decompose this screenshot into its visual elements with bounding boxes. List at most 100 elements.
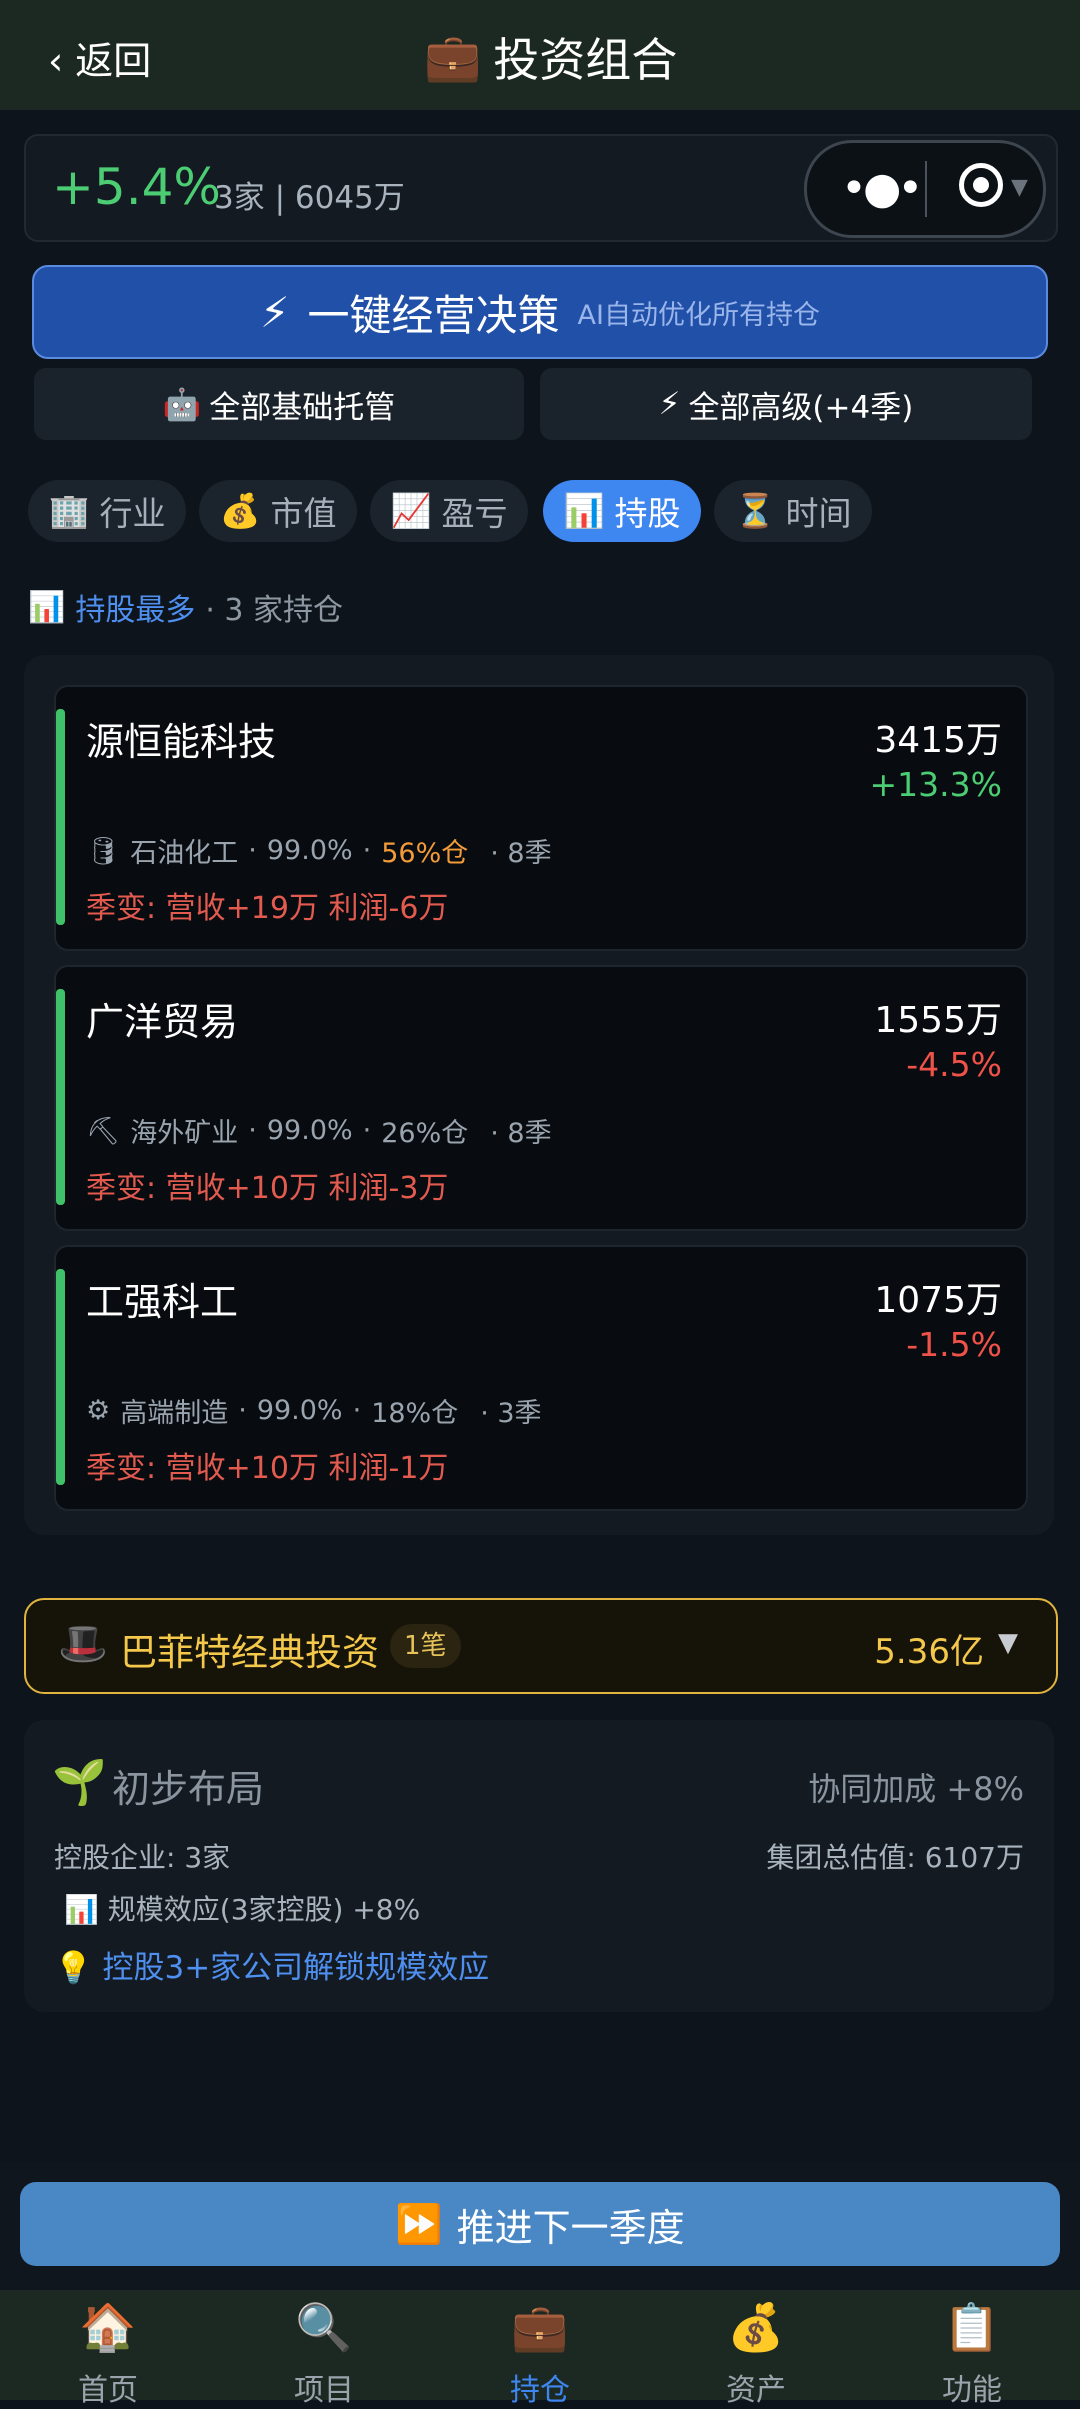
tab-label: 盈亏	[441, 494, 508, 533]
holding-info: 🛢 石油化工 · 99.0% · 56%仓 · 8季	[86, 831, 552, 870]
all-basic-custody-label: 全部基础托管	[209, 389, 396, 426]
controlled-companies: 控股企业: 3家	[54, 1841, 231, 1874]
company-name: 工强科工	[86, 1280, 239, 1324]
holding-status-bar	[56, 709, 65, 925]
separator: ·	[248, 1115, 257, 1146]
hourglass-icon: ⏳	[734, 491, 776, 530]
clipboard-icon: 📋	[943, 2300, 1001, 2354]
nav-assets[interactable]: 💰 资产	[648, 2290, 864, 2408]
briefcase-icon: 💼	[511, 2300, 569, 2354]
holding-change: -1.5%	[906, 1325, 1002, 1364]
unlock-tip-text: 控股3+家公司解锁规模效应	[102, 1950, 490, 1986]
seedling-icon: 🌱	[52, 1757, 107, 1808]
portfolio-meta: 3家 | 6045万	[214, 180, 405, 216]
position-share: 26%仓	[381, 1118, 469, 1149]
holding-card[interactable]: 源恒能科技 3415万 +13.3% 🛢 石油化工 · 99.0% · 56%仓…	[54, 685, 1028, 951]
briefcase-icon: 💼	[424, 29, 482, 84]
all-advanced-button[interactable]: ⚡ 全部高级(+4季)	[540, 368, 1032, 440]
tab-label: 市值	[270, 494, 337, 533]
holding-card[interactable]: 工强科工 1075万 -1.5% ⚙ 高端制造 · 99.0% · 18%仓 ·…	[54, 1245, 1028, 1511]
tab-industry[interactable]: 🏢 行业	[28, 480, 186, 542]
nav-label: 功能	[942, 2373, 1002, 2408]
lightning-icon: ⚡	[260, 287, 290, 337]
chevron-left-icon: ‹	[48, 39, 64, 83]
season-change: 季变: 营收+10万 利润-1万	[86, 1451, 449, 1486]
unlock-tip: 💡 控股3+家公司解锁规模效应	[54, 1942, 489, 1987]
tab-holdings[interactable]: 📊 持股	[543, 480, 701, 542]
holding-value: 1555万	[874, 1000, 1002, 1041]
advance-quarter-button[interactable]: ⏩ 推进下一季度	[20, 2182, 1060, 2266]
tab-label: 持股	[614, 494, 681, 533]
lightning-icon: ⚡	[658, 386, 681, 422]
holding-status-bar	[56, 1269, 65, 1485]
buffett-amount: 5.36亿	[874, 1632, 984, 1672]
holding-card[interactable]: 广洋贸易 1555万 -4.5% ⛏ 海外矿业 · 99.0% · 26%仓 ·…	[54, 965, 1028, 1231]
sort-indicator: 📊 持股最多 · 3 家持仓	[28, 585, 343, 629]
seasons-held: · 8季	[490, 838, 552, 869]
back-button[interactable]: ‹ 返回	[48, 30, 151, 85]
stake-ratio: 99.0%	[266, 835, 353, 866]
tab-market-cap[interactable]: 💰 市值	[199, 480, 357, 542]
separator: ·	[238, 1395, 247, 1426]
holding-count: · 3 家持仓	[205, 593, 344, 628]
industry: 石油化工	[130, 838, 239, 869]
close-target-icon[interactable]	[959, 163, 1003, 207]
company-name: 广洋贸易	[86, 1000, 239, 1044]
tab-label: 时间	[785, 494, 852, 533]
more-icon[interactable]: •●•	[841, 163, 923, 214]
buffett-investment-row[interactable]: 🎩 巴菲特经典投资 1笔 5.36亿 ▼	[24, 1598, 1058, 1694]
tab-time[interactable]: ⏳ 时间	[714, 480, 872, 542]
mini-program-capsule: •●• ▼	[804, 140, 1046, 238]
advance-label: 推进下一季度	[456, 2205, 685, 2250]
all-advanced-label: 全部高级(+4季)	[688, 389, 914, 426]
company-name: 源恒能科技	[86, 720, 277, 764]
nav-home[interactable]: 🏠 首页	[0, 2290, 216, 2408]
money-bag-icon: 💰	[727, 2300, 785, 2354]
decision-label: 一键经营决策	[307, 290, 560, 340]
season-change: 季变: 营收+10万 利润-3万	[86, 1171, 449, 1206]
buffett-count-badge: 1笔	[390, 1624, 461, 1668]
portfolio-change: +5.4%	[52, 158, 221, 216]
nav-label: 资产	[726, 2373, 786, 2408]
group-valuation: 集团总估值: 6107万	[766, 1841, 1024, 1874]
group-stage-panel: 🌱 初步布局 协同加成 +8% 控股企业: 3家 集团总估值: 6107万 📊 …	[24, 1720, 1054, 2012]
nav-label: 项目	[294, 2373, 354, 2408]
dropdown-arrow-icon: ▼	[1011, 175, 1028, 200]
separator: ·	[362, 835, 372, 866]
bar-chart-icon: 📊	[563, 491, 605, 530]
light-bulb-icon: 💡	[54, 1950, 93, 1986]
nav-holdings[interactable]: 💼 持仓	[432, 2290, 648, 2408]
season-change: 季变: 营收+19万 利润-6万	[86, 891, 449, 926]
position-share: 18%仓	[371, 1398, 459, 1429]
scale-effect-text: 规模效应(3家控股) +8%	[107, 1893, 421, 1926]
magnifier-icon: 🔍	[295, 2300, 353, 2354]
seasons-held: · 8季	[490, 1118, 552, 1149]
top-hat-icon: 🎩	[58, 1621, 108, 1667]
position-share: 56%仓	[381, 838, 469, 869]
money-bag-icon: 💰	[219, 491, 261, 530]
capsule-divider	[925, 161, 927, 217]
chevron-down-icon[interactable]: ▼	[998, 1628, 1018, 1658]
decision-sublabel: AI自动优化所有持仓	[577, 299, 820, 331]
holding-value: 1075万	[874, 1280, 1002, 1321]
seasons-held: · 3季	[480, 1398, 542, 1429]
all-basic-custody-button[interactable]: 🤖 全部基础托管	[34, 368, 524, 440]
fast-forward-icon: ⏩	[395, 2201, 443, 2246]
page-title: 💼 投资组合	[424, 24, 677, 90]
tab-label: 行业	[99, 494, 166, 533]
gear-icon: ⚙	[86, 1395, 111, 1426]
tab-profit-loss[interactable]: 📈 盈亏	[370, 480, 528, 542]
scale-effect: 📊 规模效应(3家控股) +8%	[64, 1888, 420, 1928]
robot-icon: 🤖	[162, 386, 202, 423]
one-click-decision-button[interactable]: ⚡ 一键经营决策 AI自动优化所有持仓	[32, 265, 1048, 359]
chart-up-icon: 📈	[390, 491, 432, 530]
nav-label: 首页	[78, 2373, 138, 2408]
stake-ratio: 99.0%	[266, 1115, 353, 1146]
nav-projects[interactable]: 🔍 项目	[216, 2290, 432, 2408]
separator: ·	[248, 835, 257, 866]
stake-ratio: 99.0%	[256, 1395, 343, 1426]
nav-functions[interactable]: 📋 功能	[864, 2290, 1080, 2408]
holding-info: ⛏ 海外矿业 · 99.0% · 26%仓 · 8季	[86, 1111, 552, 1150]
bar-chart-icon: 📊	[28, 589, 66, 625]
portfolio-summary: +5.4% 3家 | 6045万 •●• ▼	[24, 134, 1058, 242]
